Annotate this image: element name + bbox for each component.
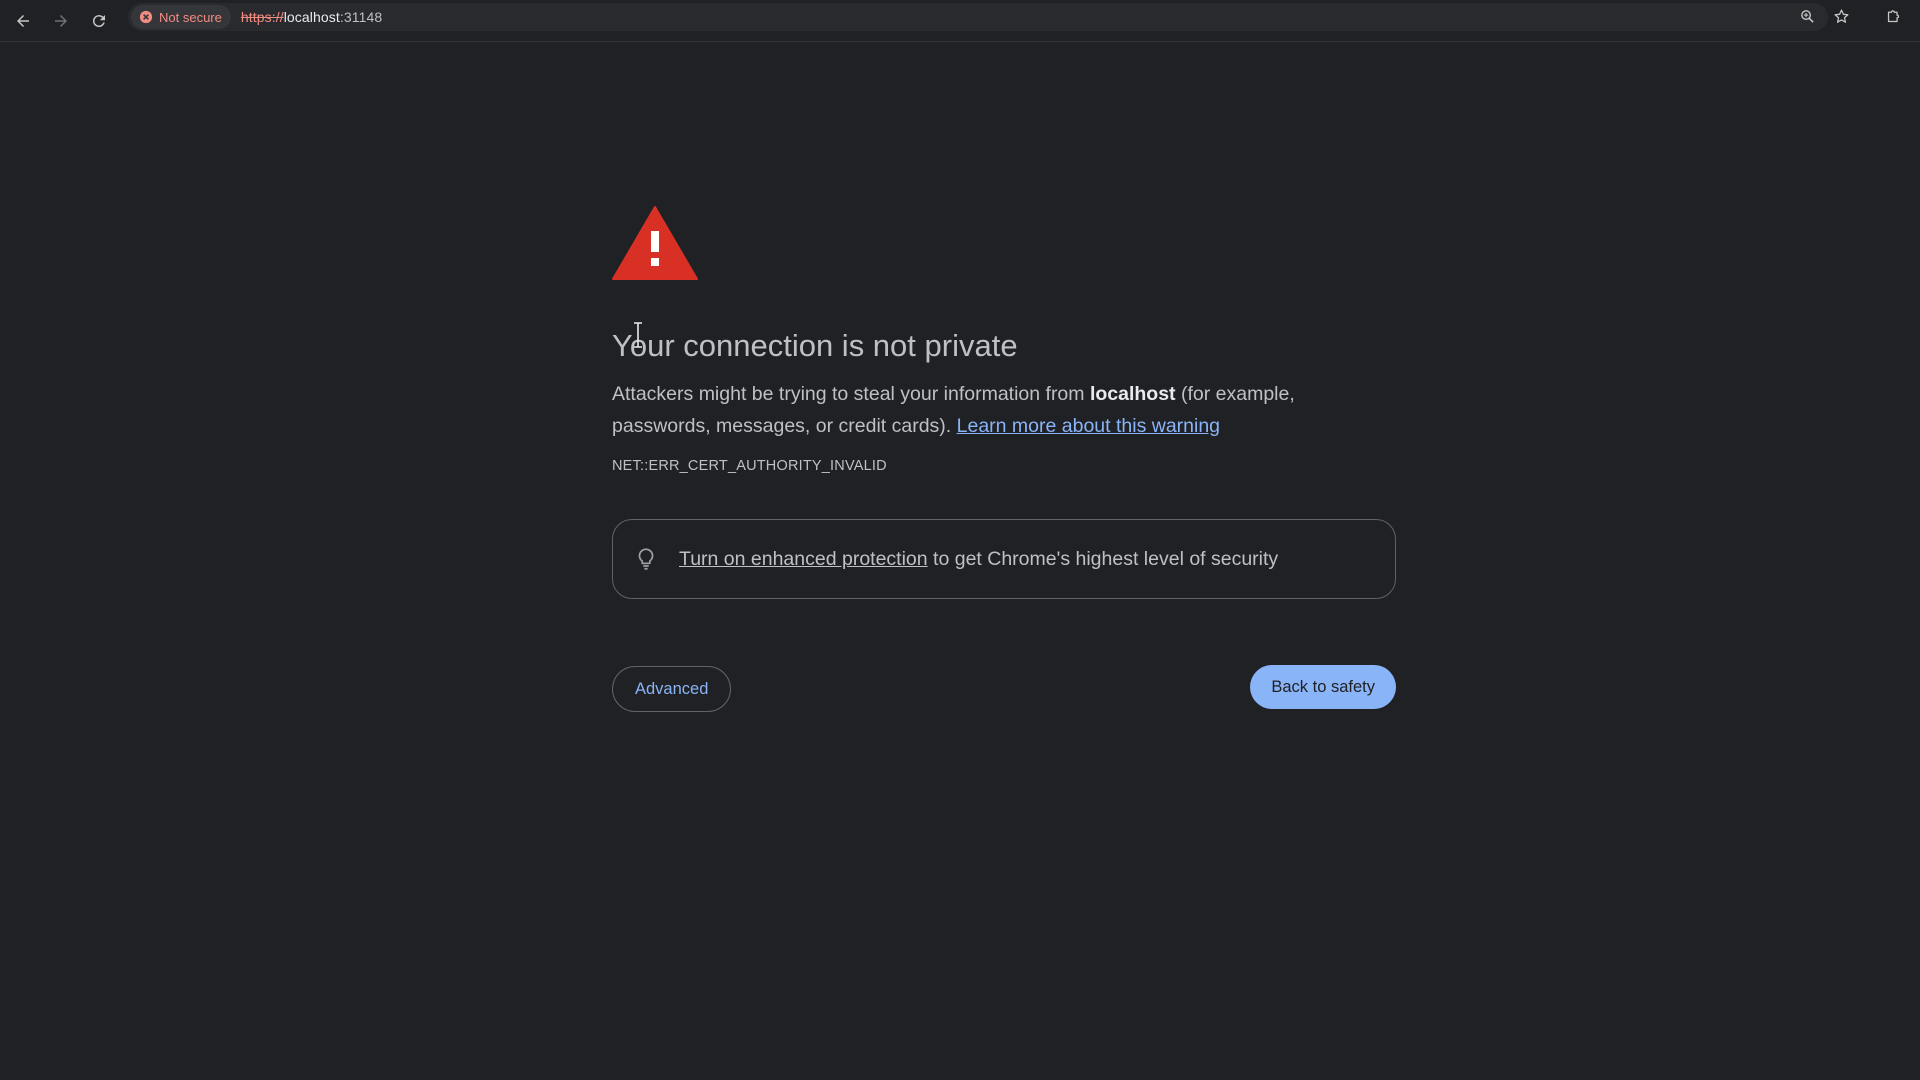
arrow-forward-icon bbox=[55, 14, 67, 27]
arrow-back-icon bbox=[17, 14, 29, 27]
reload-icon bbox=[92, 14, 105, 27]
url-host: localhost bbox=[283, 9, 340, 25]
not-secure-chip[interactable]: Not secure bbox=[131, 5, 231, 29]
enhanced-protection-link[interactable]: Turn on enhanced protection bbox=[679, 548, 928, 570]
enhanced-protection-promo: Turn on enhanced protection to get Chrom… bbox=[612, 519, 1396, 599]
browser-toolbar: Not secure https://localhost:31148 bbox=[0, 0, 1920, 42]
lightbulb-icon bbox=[638, 548, 654, 570]
back-to-safety-button[interactable]: Back to safety bbox=[1250, 665, 1396, 709]
error-circle-icon bbox=[139, 10, 153, 24]
zoom-button[interactable] bbox=[1790, 0, 1824, 32]
star-icon bbox=[1833, 8, 1849, 23]
forward-button[interactable] bbox=[46, 6, 76, 36]
error-code: NET::ERR_CERT_AUTHORITY_INVALID bbox=[612, 458, 887, 474]
advanced-button[interactable]: Advanced bbox=[612, 666, 732, 712]
back-button[interactable] bbox=[8, 6, 38, 36]
promo-suffix: to get Chrome's highest level of securit… bbox=[927, 547, 1279, 570]
page-title: Your connection is not private bbox=[612, 328, 1018, 363]
interstitial-content: Your connection is not private Attackers… bbox=[612, 205, 1396, 714]
warning-triangle-icon bbox=[612, 206, 698, 280]
message-prefix: Attackers might be trying to steal your … bbox=[612, 383, 1090, 405]
puzzle-icon bbox=[1887, 9, 1899, 22]
text-cursor-icon bbox=[634, 322, 642, 348]
message-hostname: localhost bbox=[1089, 383, 1176, 405]
reload-button[interactable] bbox=[84, 6, 114, 36]
url-text[interactable]: https://localhost:31148 bbox=[241, 9, 382, 25]
learn-more-link[interactable]: Learn more about this warning bbox=[957, 415, 1220, 437]
button-row: Advanced Back to safety bbox=[612, 665, 1396, 714]
extensions-button[interactable] bbox=[1876, 0, 1910, 32]
promo-text: Turn on enhanced protection to get Chrom… bbox=[679, 548, 1278, 571]
toolbar-actions bbox=[1790, 0, 1920, 32]
bookmark-button[interactable] bbox=[1824, 0, 1858, 32]
zoom-icon bbox=[1800, 9, 1814, 23]
not-secure-label: Not secure bbox=[159, 9, 222, 25]
main-message: Attackers might be trying to steal your … bbox=[612, 378, 1396, 442]
url-scheme: https:// bbox=[240, 9, 284, 25]
url-port: :31148 bbox=[339, 9, 383, 25]
address-bar[interactable]: Not secure https://localhost:31148 bbox=[128, 3, 1828, 31]
